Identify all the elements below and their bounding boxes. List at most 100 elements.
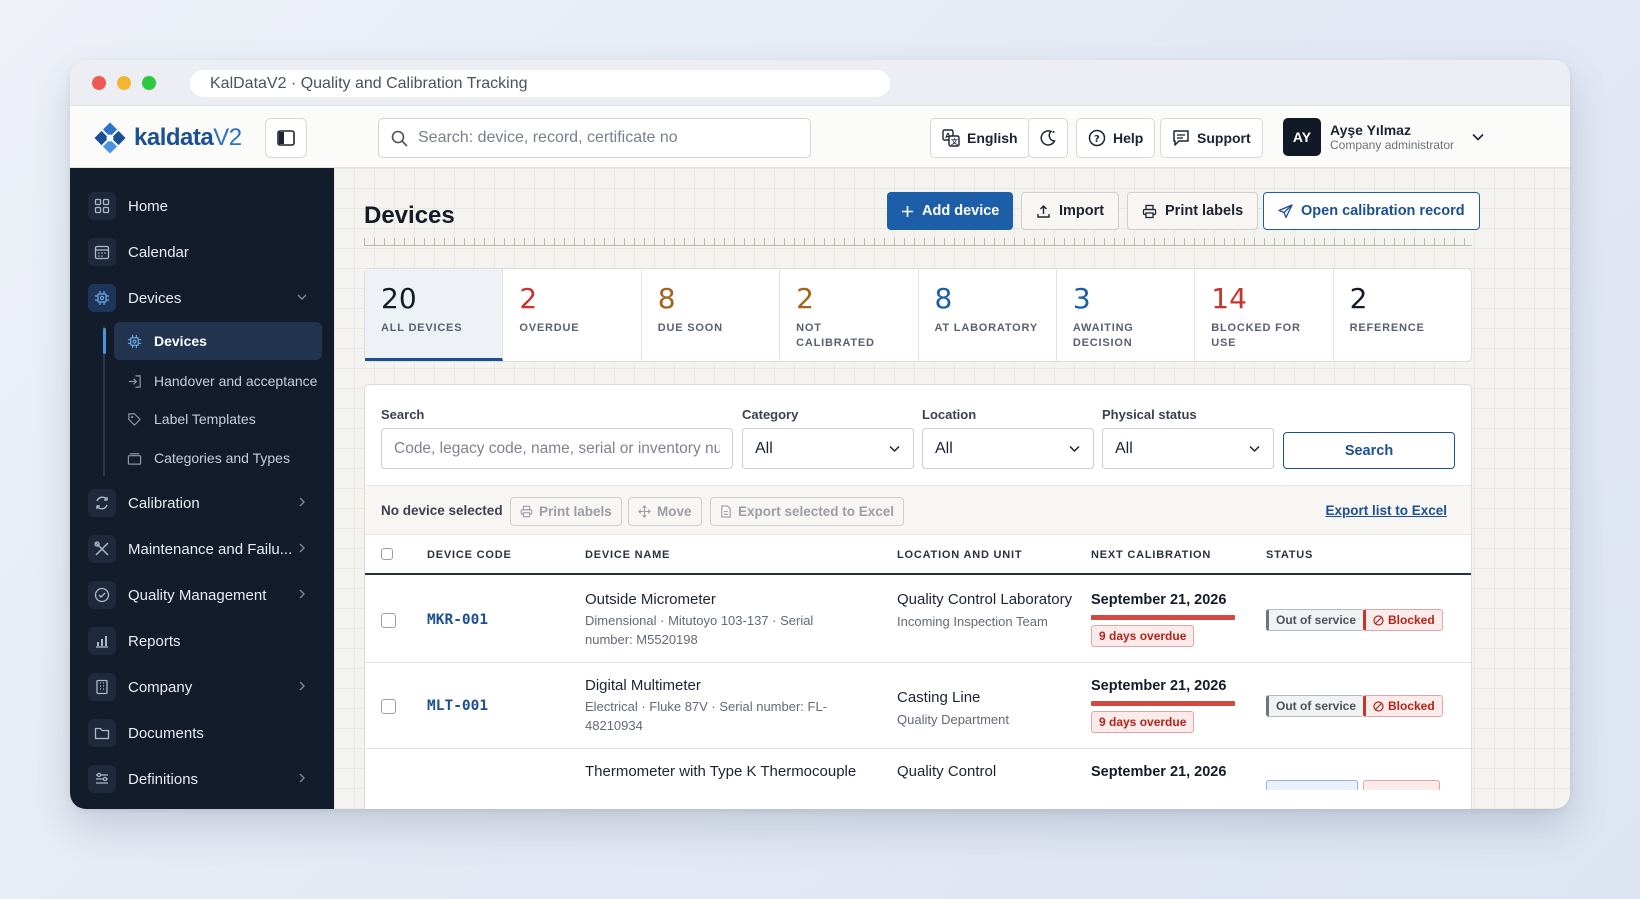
window-titlebar: KalDataV2 · Quality and Calibration Trac… xyxy=(70,60,1570,106)
sidebar-subitem-label: Label Templates xyxy=(154,411,256,427)
main-content: Devices Add device Import Print labels O… xyxy=(334,168,1570,809)
user-menu[interactable]: AY Ayşe Yılmaz Company administrator xyxy=(1283,118,1485,156)
sidebar-subitem-devices[interactable]: Devices xyxy=(114,322,322,360)
open-calibration-record-button[interactable]: Open calibration record xyxy=(1263,192,1480,230)
chip-icon xyxy=(88,284,116,312)
device-code-link[interactable]: MLT-001 xyxy=(427,698,488,714)
language-button[interactable]: A文 English xyxy=(930,118,1030,158)
brand-name: kaldataV2 xyxy=(134,124,242,151)
stat-at-laboratory[interactable]: 8 AT LABORATORY xyxy=(919,269,1057,361)
sidebar-item-company[interactable]: Company xyxy=(88,667,316,707)
active-indicator xyxy=(103,328,106,354)
export-selected-button[interactable]: Export selected to Excel xyxy=(710,497,905,526)
sidebar-item-reports[interactable]: Reports xyxy=(88,621,316,661)
support-button[interactable]: Support xyxy=(1160,118,1263,158)
add-device-button[interactable]: Add device xyxy=(887,192,1014,230)
search-button[interactable]: Search xyxy=(1283,432,1455,469)
help-button[interactable]: ? Help xyxy=(1076,118,1156,158)
import-button[interactable]: Import xyxy=(1021,192,1120,230)
location-name: Quality Control Laboratory xyxy=(897,591,1073,608)
building-icon xyxy=(88,673,116,701)
help-icon: ? xyxy=(1088,129,1106,147)
stat-all-devices[interactable]: 20 ALL DEVICES xyxy=(365,269,504,361)
stat-value: 2 xyxy=(519,282,538,315)
sidebar-item-label: Quality Management xyxy=(128,586,267,604)
sidebar-item-definitions[interactable]: Definitions xyxy=(88,759,316,799)
physical-status-filter-label: Physical status xyxy=(1102,407,1197,422)
category-select[interactable]: All xyxy=(742,428,914,469)
device-details: Electrical · Fluke 87V · Serial number: … xyxy=(585,699,828,733)
bulk-print-labels-button[interactable]: Print labels xyxy=(510,497,622,526)
print-labels-button[interactable]: Print labels xyxy=(1127,192,1259,230)
sidebar-subitem-handover[interactable]: Handover and acceptance xyxy=(114,362,322,400)
status-badge-label: Blocked xyxy=(1388,699,1435,713)
sliders-icon xyxy=(88,765,116,793)
user-name: Ayşe Yılmaz xyxy=(1330,122,1411,138)
theme-toggle-button[interactable] xyxy=(1028,118,1068,158)
bulk-print-label: Print labels xyxy=(539,504,612,519)
stat-label: OVERDUE xyxy=(519,322,580,334)
svg-text:文: 文 xyxy=(951,137,959,146)
stat-due-soon[interactable]: 8 DUE SOON xyxy=(642,269,781,361)
row-checkbox[interactable] xyxy=(381,613,396,628)
stat-label: AWAITING DECISION xyxy=(1072,322,1134,349)
sidebar-subitem-categories[interactable]: Categories and Types xyxy=(114,439,322,477)
sidebar-item-label: Maintenance and Failu... xyxy=(128,540,293,558)
table-row[interactable]: MKR-001 Outside Micrometer Dimensional ·… xyxy=(365,577,1471,663)
avatar: AY xyxy=(1283,118,1321,156)
sidebar-subitem-label-templates[interactable]: Label Templates xyxy=(114,400,322,438)
physical-status-select[interactable]: All xyxy=(1102,428,1274,469)
column-header-device-name[interactable]: DEVICE NAME xyxy=(585,549,670,561)
logo[interactable]: kaldataV2 xyxy=(92,120,242,156)
device-name: Outside Micrometer xyxy=(585,591,716,608)
global-search-input[interactable] xyxy=(418,129,798,147)
global-search[interactable] xyxy=(378,118,811,158)
stat-blocked-for-use[interactable]: 14 BLOCKED FOR USE xyxy=(1195,269,1334,361)
sidebar-item-documents[interactable]: Documents xyxy=(88,713,316,753)
location-select[interactable]: All xyxy=(922,428,1094,469)
column-header-status[interactable]: STATUS xyxy=(1266,549,1313,561)
table-header: DEVICE CODE DEVICE NAME LOCATION AND UNI… xyxy=(365,535,1471,575)
overdue-bar xyxy=(1091,701,1235,706)
printer-icon xyxy=(1142,204,1157,218)
column-header-location[interactable]: LOCATION AND UNIT xyxy=(897,549,1022,561)
table-row[interactable]: MLT-001 Digital Multimeter Electrical · … xyxy=(365,663,1471,749)
sidebar-item-maintenance[interactable]: Maintenance and Failu... xyxy=(88,529,316,569)
close-window-button[interactable] xyxy=(92,76,106,90)
search-filter-label: Search xyxy=(381,407,425,422)
sidebar-toggle-button[interactable] xyxy=(265,118,307,158)
next-calibration-date: September 21, 2026 xyxy=(1091,764,1227,780)
stats-bar: 20 ALL DEVICES 2 OVERDUE 8 DUE SOON 2 NOT CA… xyxy=(364,268,1472,362)
sidebar-item-quality[interactable]: Quality Management xyxy=(88,575,316,615)
device-code-link[interactable]: MKR-001 xyxy=(427,612,488,628)
stat-awaiting-decision[interactable]: 3 AWAITING DECISION xyxy=(1057,269,1196,361)
maximize-window-button[interactable] xyxy=(142,76,156,90)
table-row[interactable]: Thermometer with Type K Thermocouple Qua… xyxy=(365,749,1471,809)
sidebar-item-home[interactable]: Home xyxy=(88,186,316,226)
row-checkbox[interactable] xyxy=(381,699,396,714)
overdue-badge: 9 days overdue xyxy=(1091,711,1195,733)
print-labels-label: Print labels xyxy=(1165,203,1244,219)
blocked-icon xyxy=(1373,614,1384,626)
address-bar[interactable]: KalDataV2 · Quality and Calibration Trac… xyxy=(190,70,890,97)
search-filter-field[interactable] xyxy=(381,428,733,469)
select-all-checkbox[interactable] xyxy=(381,548,393,560)
status-badge-out-of-service: Out of service xyxy=(1266,609,1365,631)
bulk-move-button[interactable]: Move xyxy=(628,497,702,526)
stat-overdue[interactable]: 2 OVERDUE xyxy=(503,269,642,361)
devices-panel: Search Category All Location All Physica… xyxy=(364,384,1472,809)
stat-value: 20 xyxy=(381,282,417,315)
column-header-device-code[interactable]: DEVICE CODE xyxy=(427,549,512,561)
sidebar-item-devices[interactable]: Devices xyxy=(88,278,316,318)
search-filter-input[interactable] xyxy=(394,439,720,458)
device-location: Quality Control xyxy=(897,761,1077,783)
sidebar-item-calibration[interactable]: Calibration xyxy=(88,483,316,523)
move-icon xyxy=(638,505,651,518)
stat-not-calibrated[interactable]: 2 NOT CALIBRATED xyxy=(780,269,919,361)
sidebar-item-calendar[interactable]: Calendar xyxy=(88,232,316,272)
minimize-window-button[interactable] xyxy=(117,76,131,90)
translate-icon: A文 xyxy=(942,129,960,147)
stat-reference[interactable]: 2 REFERENCE xyxy=(1334,269,1471,361)
column-header-next-calibration[interactable]: NEXT CALIBRATION xyxy=(1091,549,1211,561)
export-list-link[interactable]: Export list to Excel xyxy=(1325,503,1447,518)
